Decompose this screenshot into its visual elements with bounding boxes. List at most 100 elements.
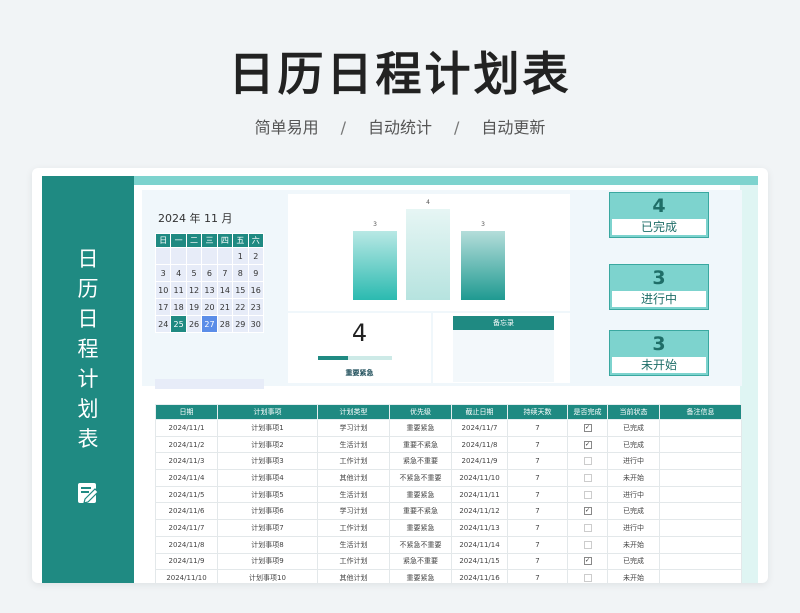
table-cell[interactable]: 工作计划	[317, 552, 390, 571]
table-row[interactable]: 2024/11/6 计划事项6 学习计划 重要不紧急 2024/11/12 7 ✓ 已完成	[155, 502, 742, 521]
table-cell[interactable]: 不紧急不重要	[389, 535, 452, 554]
table-cell[interactable]: 2024/11/10	[451, 469, 508, 487]
calendar-day[interactable]: 16	[247, 281, 265, 299]
table-cell[interactable]: 计划事项10	[217, 569, 318, 583]
table-cell[interactable]: 2024/11/13	[451, 519, 508, 537]
unchecked-checkbox-icon[interactable]	[583, 457, 592, 466]
column-header[interactable]: 截止日期	[451, 404, 508, 420]
table-cell[interactable]: 已完成	[607, 419, 660, 437]
table-row[interactable]: 2024/11/7 计划事项7 工作计划 重要紧急 2024/11/13 7 进行中	[155, 519, 742, 537]
done-checkbox-cell[interactable]: ✓	[567, 435, 608, 454]
table-cell[interactable]: 已完成	[607, 435, 660, 454]
calendar-day[interactable]: 22	[232, 298, 249, 316]
calendar-day[interactable]: 18	[170, 298, 187, 316]
table-cell[interactable]: 进行中	[607, 452, 660, 471]
table-cell[interactable]: 2024/11/14	[451, 535, 508, 554]
table-cell[interactable]: 2024/11/8	[155, 535, 218, 554]
done-checkbox-cell[interactable]	[567, 519, 608, 537]
calendar-day[interactable]: 9	[247, 264, 265, 282]
calendar-day[interactable]: 23	[247, 298, 265, 316]
calendar-day[interactable]: 19	[185, 298, 203, 316]
calendar-day[interactable]: 5	[185, 264, 203, 282]
calendar-day[interactable]: 24	[154, 315, 172, 333]
table-cell[interactable]: 7	[507, 502, 568, 521]
table-cell[interactable]: 学习计划	[317, 502, 390, 521]
calendar-day[interactable]: 27	[201, 315, 218, 333]
table-cell[interactable]	[659, 469, 742, 487]
unchecked-checkbox-icon[interactable]	[583, 473, 592, 482]
table-cell[interactable]: 7	[507, 435, 568, 454]
table-cell[interactable]: 生活计划	[317, 435, 390, 454]
table-cell[interactable]: 7	[507, 552, 568, 571]
table-cell[interactable]: 其他计划	[317, 569, 390, 583]
table-cell[interactable]: 已完成	[607, 502, 660, 521]
table-cell[interactable]	[659, 419, 742, 437]
table-row[interactable]: 2024/11/1 计划事项1 学习计划 重要紧急 2024/11/7 7 ✓ 已完成	[155, 419, 742, 437]
calendar-day[interactable]: 13	[201, 281, 218, 299]
edit-icon[interactable]	[77, 482, 99, 504]
table-cell[interactable]: 工作计划	[317, 519, 390, 537]
table-cell[interactable]: 2024/11/10	[155, 569, 218, 583]
calendar-day[interactable]: 1	[232, 247, 249, 265]
table-cell[interactable]: 2024/11/7	[155, 519, 218, 537]
table-cell[interactable]: 计划事项1	[217, 419, 318, 437]
calendar-day[interactable]: 25	[170, 315, 187, 333]
table-cell[interactable]: 计划事项6	[217, 502, 318, 521]
table-cell[interactable]: 2024/11/15	[451, 552, 508, 571]
table-cell[interactable]: 2024/11/7	[451, 419, 508, 437]
done-checkbox-cell[interactable]: ✓	[567, 502, 608, 521]
unchecked-checkbox-icon[interactable]	[583, 540, 592, 549]
column-header[interactable]: 计划事项	[217, 404, 318, 420]
calendar-day[interactable]: 26	[185, 315, 203, 333]
table-cell[interactable]: 计划事项9	[217, 552, 318, 571]
table-cell[interactable]: 7	[507, 419, 568, 437]
column-header[interactable]: 日期	[155, 404, 218, 420]
table-cell[interactable]: 2024/11/6	[155, 502, 218, 521]
table-cell[interactable]: 2024/11/9	[155, 552, 218, 571]
table-cell[interactable]: 进行中	[607, 519, 660, 537]
table-cell[interactable]: 2024/11/1	[155, 419, 218, 437]
column-header[interactable]: 计划类型	[317, 404, 390, 420]
calendar-day[interactable]: 15	[232, 281, 249, 299]
table-cell[interactable]: 2024/11/16	[451, 569, 508, 583]
table-cell[interactable]: 工作计划	[317, 452, 390, 471]
calendar-day[interactable]: 20	[201, 298, 218, 316]
calendar-day[interactable]: 8	[232, 264, 249, 282]
done-checkbox-cell[interactable]: ✓	[567, 552, 608, 571]
table-cell[interactable]: 紧急不重要	[389, 452, 452, 471]
table-cell[interactable]: 2024/11/8	[451, 435, 508, 454]
table-cell[interactable]: 进行中	[607, 485, 660, 504]
unchecked-checkbox-icon[interactable]	[583, 523, 592, 532]
done-checkbox-cell[interactable]	[567, 469, 608, 487]
table-cell[interactable]: 重要紧急	[389, 485, 452, 504]
table-cell[interactable]: 未开始	[607, 569, 660, 583]
table-cell[interactable]	[659, 485, 742, 504]
memo-body[interactable]	[453, 330, 554, 382]
calendar-day[interactable]: 29	[232, 315, 249, 333]
column-header[interactable]: 优先级	[389, 404, 452, 420]
done-checkbox-cell[interactable]	[567, 485, 608, 504]
table-cell[interactable]: 7	[507, 569, 568, 583]
table-cell[interactable]: 7	[507, 452, 568, 471]
table-cell[interactable]: 未开始	[607, 535, 660, 554]
calendar-day[interactable]: 12	[185, 281, 203, 299]
table-cell[interactable]: 计划事项3	[217, 452, 318, 471]
table-cell[interactable]: 计划事项2	[217, 435, 318, 454]
table-cell[interactable]	[659, 535, 742, 554]
table-cell[interactable]: 重要紧急	[389, 419, 452, 437]
table-cell[interactable]	[659, 519, 742, 537]
checked-checkbox-icon[interactable]: ✓	[583, 507, 592, 516]
table-row[interactable]: 2024/11/5 计划事项5 生活计划 重要紧急 2024/11/11 7 进行中	[155, 485, 742, 504]
table-row[interactable]: 2024/11/8 计划事项8 生活计划 不紧急不重要 2024/11/14 7 未开始	[155, 535, 742, 554]
column-header[interactable]: 备注信息	[659, 404, 742, 420]
calendar-day[interactable]: 21	[216, 298, 234, 316]
table-cell[interactable]: 生活计划	[317, 485, 390, 504]
table-cell[interactable]: 计划事项8	[217, 535, 318, 554]
table-cell[interactable]: 计划事项4	[217, 469, 318, 487]
table-cell[interactable]: 学习计划	[317, 419, 390, 437]
column-header[interactable]: 当前状态	[607, 404, 660, 420]
column-header[interactable]: 持续天数	[507, 404, 568, 420]
calendar-day[interactable]: 4	[170, 264, 187, 282]
done-checkbox-cell[interactable]	[567, 452, 608, 471]
table-row[interactable]: 2024/11/4 计划事项4 其他计划 不紧急不重要 2024/11/10 7 未开始	[155, 469, 742, 487]
